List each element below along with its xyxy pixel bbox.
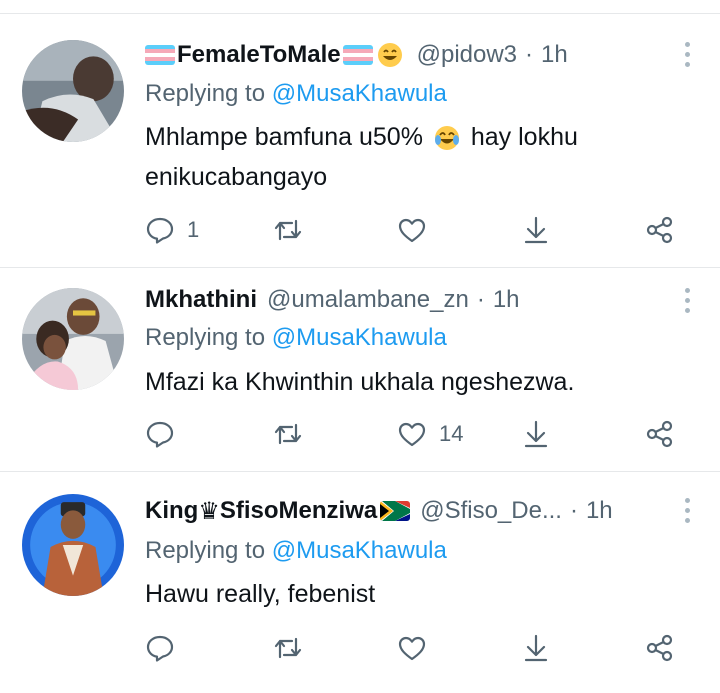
handle[interactable]: @Sfiso_De... [420,497,562,525]
like-icon [398,218,426,243]
tweet-text-part: Mhlampe bamfuna u50% [145,123,423,151]
like-icon [398,422,426,447]
south-africa-flag-icon [380,501,411,521]
download-button[interactable] [521,414,551,454]
tweet-actions [145,628,685,668]
tweet-actions: 1 [145,210,685,250]
like-button[interactable]: 14 [397,414,463,454]
separator-dot: · [569,497,578,524]
download-button[interactable] [521,210,551,250]
reply-icon [146,421,174,448]
separator-dot: · [525,41,534,68]
more-icon[interactable] [684,498,690,523]
tweet-3[interactable]: King ♛ SfisoMenziwa @Sfiso_De... · 1h Re… [0,472,720,693]
grinning-emoji-icon [377,43,402,67]
retweet-icon [274,219,302,241]
share-icon [646,420,673,448]
reply-button[interactable] [145,628,187,668]
tweet-header: King ♛ SfisoMenziwa @Sfiso_De... · 1h [145,491,660,531]
trans-flag-icon [342,45,373,65]
download-icon [524,634,548,662]
download-icon [524,420,548,448]
replying-to: Replying to @MusaKhawula [145,76,447,112]
avatar[interactable] [22,288,124,390]
crown-icon: ♛ [198,497,220,525]
reply-count: 1 [187,217,200,242]
display-name[interactable]: FemaleToMale [145,41,407,69]
retweet-button[interactable] [273,210,315,250]
display-name-text: FemaleToMale [177,41,341,68]
mention-link[interactable]: @MusaKhawula [272,80,447,107]
handle[interactable]: @umalambane_zn [267,286,469,314]
avatar-image [22,494,124,596]
tweet-header: FemaleToMale @pidow3 · 1h [145,35,660,75]
reply-button[interactable] [145,414,187,454]
display-name[interactable]: Mkhathini [145,286,257,314]
timestamp[interactable]: 1h [493,286,520,314]
replying-to: Replying to @MusaKhawula [145,320,447,356]
share-button[interactable] [645,628,675,668]
reply-icon [146,635,174,662]
share-icon [646,216,673,244]
replying-to-label: Replying to [145,80,272,107]
download-icon [524,216,548,244]
like-button[interactable] [397,210,439,250]
display-name[interactable]: King ♛ SfisoMenziwa [145,497,411,525]
separator-dot: · [476,286,485,313]
download-button[interactable] [521,628,551,668]
avatar[interactable] [22,494,124,596]
tweet-actions: 14 [145,414,685,454]
like-count: 14 [439,421,464,446]
avatar-image [22,288,124,390]
like-button[interactable] [397,628,439,668]
like-icon [398,636,426,661]
tweet-2[interactable]: Mkhathini @umalambane_zn · 1h Replying t… [0,268,720,471]
reply-icon [146,217,174,244]
timestamp[interactable]: 1h [586,497,613,525]
share-icon [646,634,673,662]
more-icon[interactable] [684,288,690,313]
retweet-button[interactable] [273,628,315,668]
timestamp[interactable]: 1h [541,41,568,69]
replying-to-label: Replying to [145,324,272,351]
retweet-icon [274,637,302,659]
tweet-text: Mfazi ka Khwinthin ukhala ngeshezwa. [145,368,575,396]
avatar[interactable] [22,40,124,142]
handle[interactable]: @pidow3 [417,41,517,69]
avatar-image [22,40,124,142]
mention-link[interactable]: @MusaKhawula [272,324,447,351]
tweet-text: Mhlampe bamfuna u50% hay lokhu enikucaba… [145,117,680,197]
display-name-text: SfisoMenziwa [219,497,378,524]
retweet-button[interactable] [273,414,315,454]
more-icon[interactable] [684,42,690,67]
tweet-header: Mkhathini @umalambane_zn · 1h [145,280,660,320]
tweet-text: Hawu really, febenist [145,580,376,608]
retweet-icon [274,423,302,445]
reply-button[interactable]: 1 [145,210,199,250]
tweet-1[interactable]: FemaleToMale @pidow3 · 1h Replying to @M… [0,14,720,267]
mention-link[interactable]: @MusaKhawula [272,537,447,564]
share-button[interactable] [645,210,675,250]
replying-to: Replying to @MusaKhawula [145,533,447,569]
share-button[interactable] [645,414,675,454]
trans-flag-icon [145,45,175,65]
replying-to-label: Replying to [145,537,272,564]
display-name-text: King [145,497,199,524]
tears-of-joy-emoji-icon [434,126,459,151]
